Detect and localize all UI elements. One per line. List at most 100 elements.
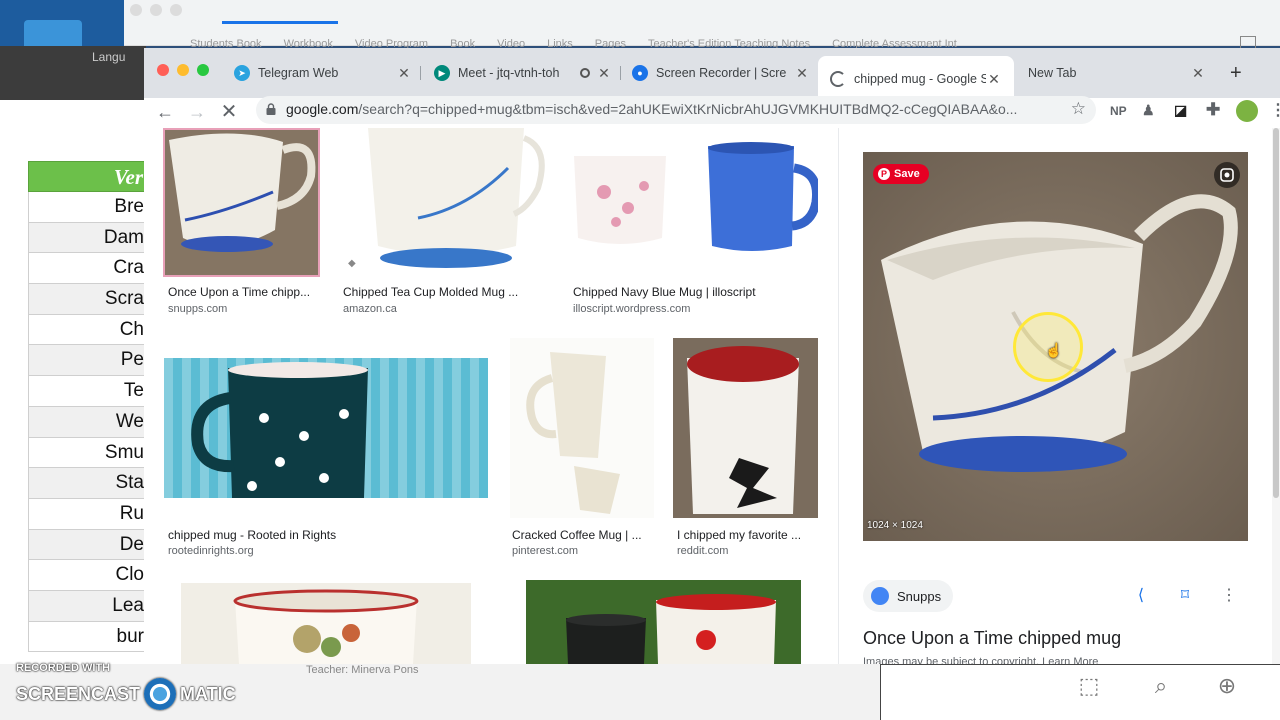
copyright-note: Images may be subject to copyright. Lear… xyxy=(863,656,1099,664)
extension-person-icon[interactable]: ♟ xyxy=(1142,102,1155,119)
close-tab-icon[interactable]: ✕ xyxy=(986,71,1002,88)
image-result-thumbnail[interactable] xyxy=(673,338,818,518)
bookmark-star-icon[interactable]: ☆ xyxy=(1071,99,1086,119)
forward-arrow-icon[interactable]: → xyxy=(186,98,208,126)
close-window-button[interactable] xyxy=(157,64,169,76)
screenshot-region-icon[interactable]: ⬚ xyxy=(1074,672,1104,700)
result-title[interactable]: Chipped Tea Cup Molded Mug ... xyxy=(343,285,518,299)
tab-label: Telegram Web xyxy=(258,66,339,80)
browser-menu-icon[interactable]: ⋮ xyxy=(1270,100,1280,120)
extensions-puzzle-icon[interactable]: ✚ xyxy=(1206,100,1220,120)
sheet-header-cell: Ver xyxy=(28,161,146,192)
close-tab-icon[interactable]: ✕ xyxy=(794,65,810,82)
bookmark-icon[interactable]: ⌑ xyxy=(1173,584,1197,608)
cracked-mug-image xyxy=(510,338,654,518)
extension-k-icon[interactable]: ◪ xyxy=(1174,102,1187,119)
new-tab-button[interactable]: + xyxy=(1230,62,1242,85)
result-title[interactable]: Once Upon a Time chipp... xyxy=(168,285,310,299)
result-source[interactable]: pinterest.com xyxy=(512,545,578,557)
two-mugs-illustration xyxy=(568,128,818,276)
close-tab-icon[interactable]: ✕ xyxy=(1190,65,1206,82)
save-label: Save xyxy=(894,168,920,180)
sheet-cell: De xyxy=(28,529,146,561)
tab-label: Meet - jtq-vtnh-toh xyxy=(458,66,560,80)
preview-title[interactable]: Once Upon a Time chipped mug xyxy=(863,628,1121,649)
teacup-image: ◆ xyxy=(338,128,550,276)
address-bar[interactable]: google.com/search?q=chipped+mug&tbm=isch… xyxy=(256,96,1096,124)
close-tab-icon[interactable]: ✕ xyxy=(596,65,612,82)
source-chip[interactable]: Snupps xyxy=(863,580,954,612)
floral-mug-image xyxy=(181,583,471,664)
stop-loading-icon[interactable]: ✕ xyxy=(218,98,240,126)
google-lens-icon[interactable] xyxy=(1214,162,1240,188)
tab-chipped-mug-search[interactable]: chipped mug - Google S ✕ xyxy=(818,56,1014,98)
result-title[interactable]: I chipped my favorite ... xyxy=(677,528,801,542)
tab-divider xyxy=(620,66,621,80)
tab-label: New Tab xyxy=(1028,66,1077,80)
zoom-region-icon[interactable]: ⌕ xyxy=(1146,672,1176,700)
background-active-tab-indicator xyxy=(222,21,338,24)
result-title[interactable]: Chipped Navy Blue Mug | illoscript xyxy=(573,285,756,299)
url-text: google.com/search?q=chipped+mug&tbm=isch… xyxy=(286,101,1018,117)
result-source[interactable]: illoscript.wordpress.com xyxy=(573,303,690,315)
recorder-icon: ● xyxy=(632,65,648,81)
more-options-icon[interactable]: ⋮ xyxy=(1217,584,1241,608)
tab-meet[interactable]: ▶ Meet - jtq-vtnh-toh ✕ xyxy=(434,60,612,86)
result-source[interactable]: reddit.com xyxy=(677,545,728,557)
image-result-thumbnail[interactable]: ◆ xyxy=(338,128,550,276)
background-spreadsheet: Ver Bre Dam Cra Scra Ch Pe Te We Smu Sta Ru De Clo Le… xyxy=(28,161,146,653)
sheet-cell: bur xyxy=(28,621,146,653)
add-circle-icon[interactable]: ⊕ xyxy=(1212,672,1242,700)
result-title[interactable]: Cracked Coffee Mug | ... xyxy=(512,528,642,542)
watermark-text: SCREENCAST xyxy=(16,683,141,704)
panel-scrollbar[interactable] xyxy=(1272,128,1280,664)
result-source[interactable]: rootedinrights.org xyxy=(168,545,254,557)
image-result-thumbnail[interactable] xyxy=(181,583,471,664)
sheet-cell: Pe xyxy=(28,345,146,377)
lock-icon xyxy=(266,103,276,115)
polka-dot-mug-image xyxy=(164,358,488,498)
image-preview-panel: P Save ☝ 1024 × 1024 Snupps ⟨ ⌑ ⋮ Once U… xyxy=(838,128,1280,664)
result-source[interactable]: amazon.ca xyxy=(343,303,397,315)
result-source[interactable]: snupps.com xyxy=(168,303,227,315)
sheet-cell: Ru xyxy=(28,498,146,530)
image-result-thumbnail[interactable] xyxy=(526,580,801,664)
close-tab-icon[interactable]: ✕ xyxy=(396,65,412,82)
hand-cursor-icon: ☝ xyxy=(1045,342,1063,358)
image-result-thumbnail[interactable] xyxy=(164,358,488,498)
image-results-grid: ◆ Once Upon a Time chipp... snupps.com C… xyxy=(144,128,838,664)
pinterest-save-button[interactable]: P Save xyxy=(873,164,929,184)
minimize-window-button[interactable] xyxy=(177,64,189,76)
source-row: Snupps ⟨ ⌑ ⋮ xyxy=(863,580,1248,612)
maximize-window-button[interactable] xyxy=(197,64,209,76)
page-content: ◆ Once Upon a Time chipp... snupps.com C… xyxy=(144,128,1280,664)
sheet-cell: Scra xyxy=(28,284,146,315)
preview-image[interactable]: P Save ☝ 1024 × 1024 xyxy=(863,152,1248,541)
tab-new-tab[interactable]: New Tab ✕ xyxy=(1028,60,1206,86)
profile-avatar[interactable] xyxy=(1236,100,1258,122)
share-icon[interactable]: ⟨ xyxy=(1129,584,1153,608)
pinterest-icon: P xyxy=(878,168,890,180)
telegram-icon: ➤ xyxy=(234,65,250,81)
teacher-credit: Teacher: Minerva Pons xyxy=(306,664,419,676)
sheet-cell: Dam xyxy=(28,222,146,254)
red-dot-mugs-image xyxy=(526,580,801,664)
back-arrow-icon[interactable]: ← xyxy=(154,98,176,126)
sheet-cell: Bre xyxy=(28,192,146,223)
recording-indicator-icon xyxy=(580,68,590,78)
sheet-cell: Clo xyxy=(28,560,146,591)
screencast-logo-icon xyxy=(144,678,177,710)
image-result-thumbnail[interactable] xyxy=(568,128,818,276)
image-result-thumbnail[interactable] xyxy=(510,338,654,518)
tab-telegram[interactable]: ➤ Telegram Web ✕ xyxy=(234,60,412,86)
watermark-line1: RECORDED WITH xyxy=(16,662,111,674)
image-result-thumbnail[interactable] xyxy=(163,128,320,277)
tab-screen-recorder[interactable]: ● Screen Recorder | Scre ✕ xyxy=(632,60,810,86)
red-interior-mug-image xyxy=(673,338,818,518)
sheet-cell: Smu xyxy=(28,437,146,469)
background-window-controls xyxy=(130,4,182,16)
result-title[interactable]: chipped mug - Rooted in Rights xyxy=(168,528,336,542)
extension-np-icon[interactable]: NP xyxy=(1110,104,1127,118)
sheet-cell: We xyxy=(28,406,146,438)
sheet-cell: Sta xyxy=(28,468,146,499)
